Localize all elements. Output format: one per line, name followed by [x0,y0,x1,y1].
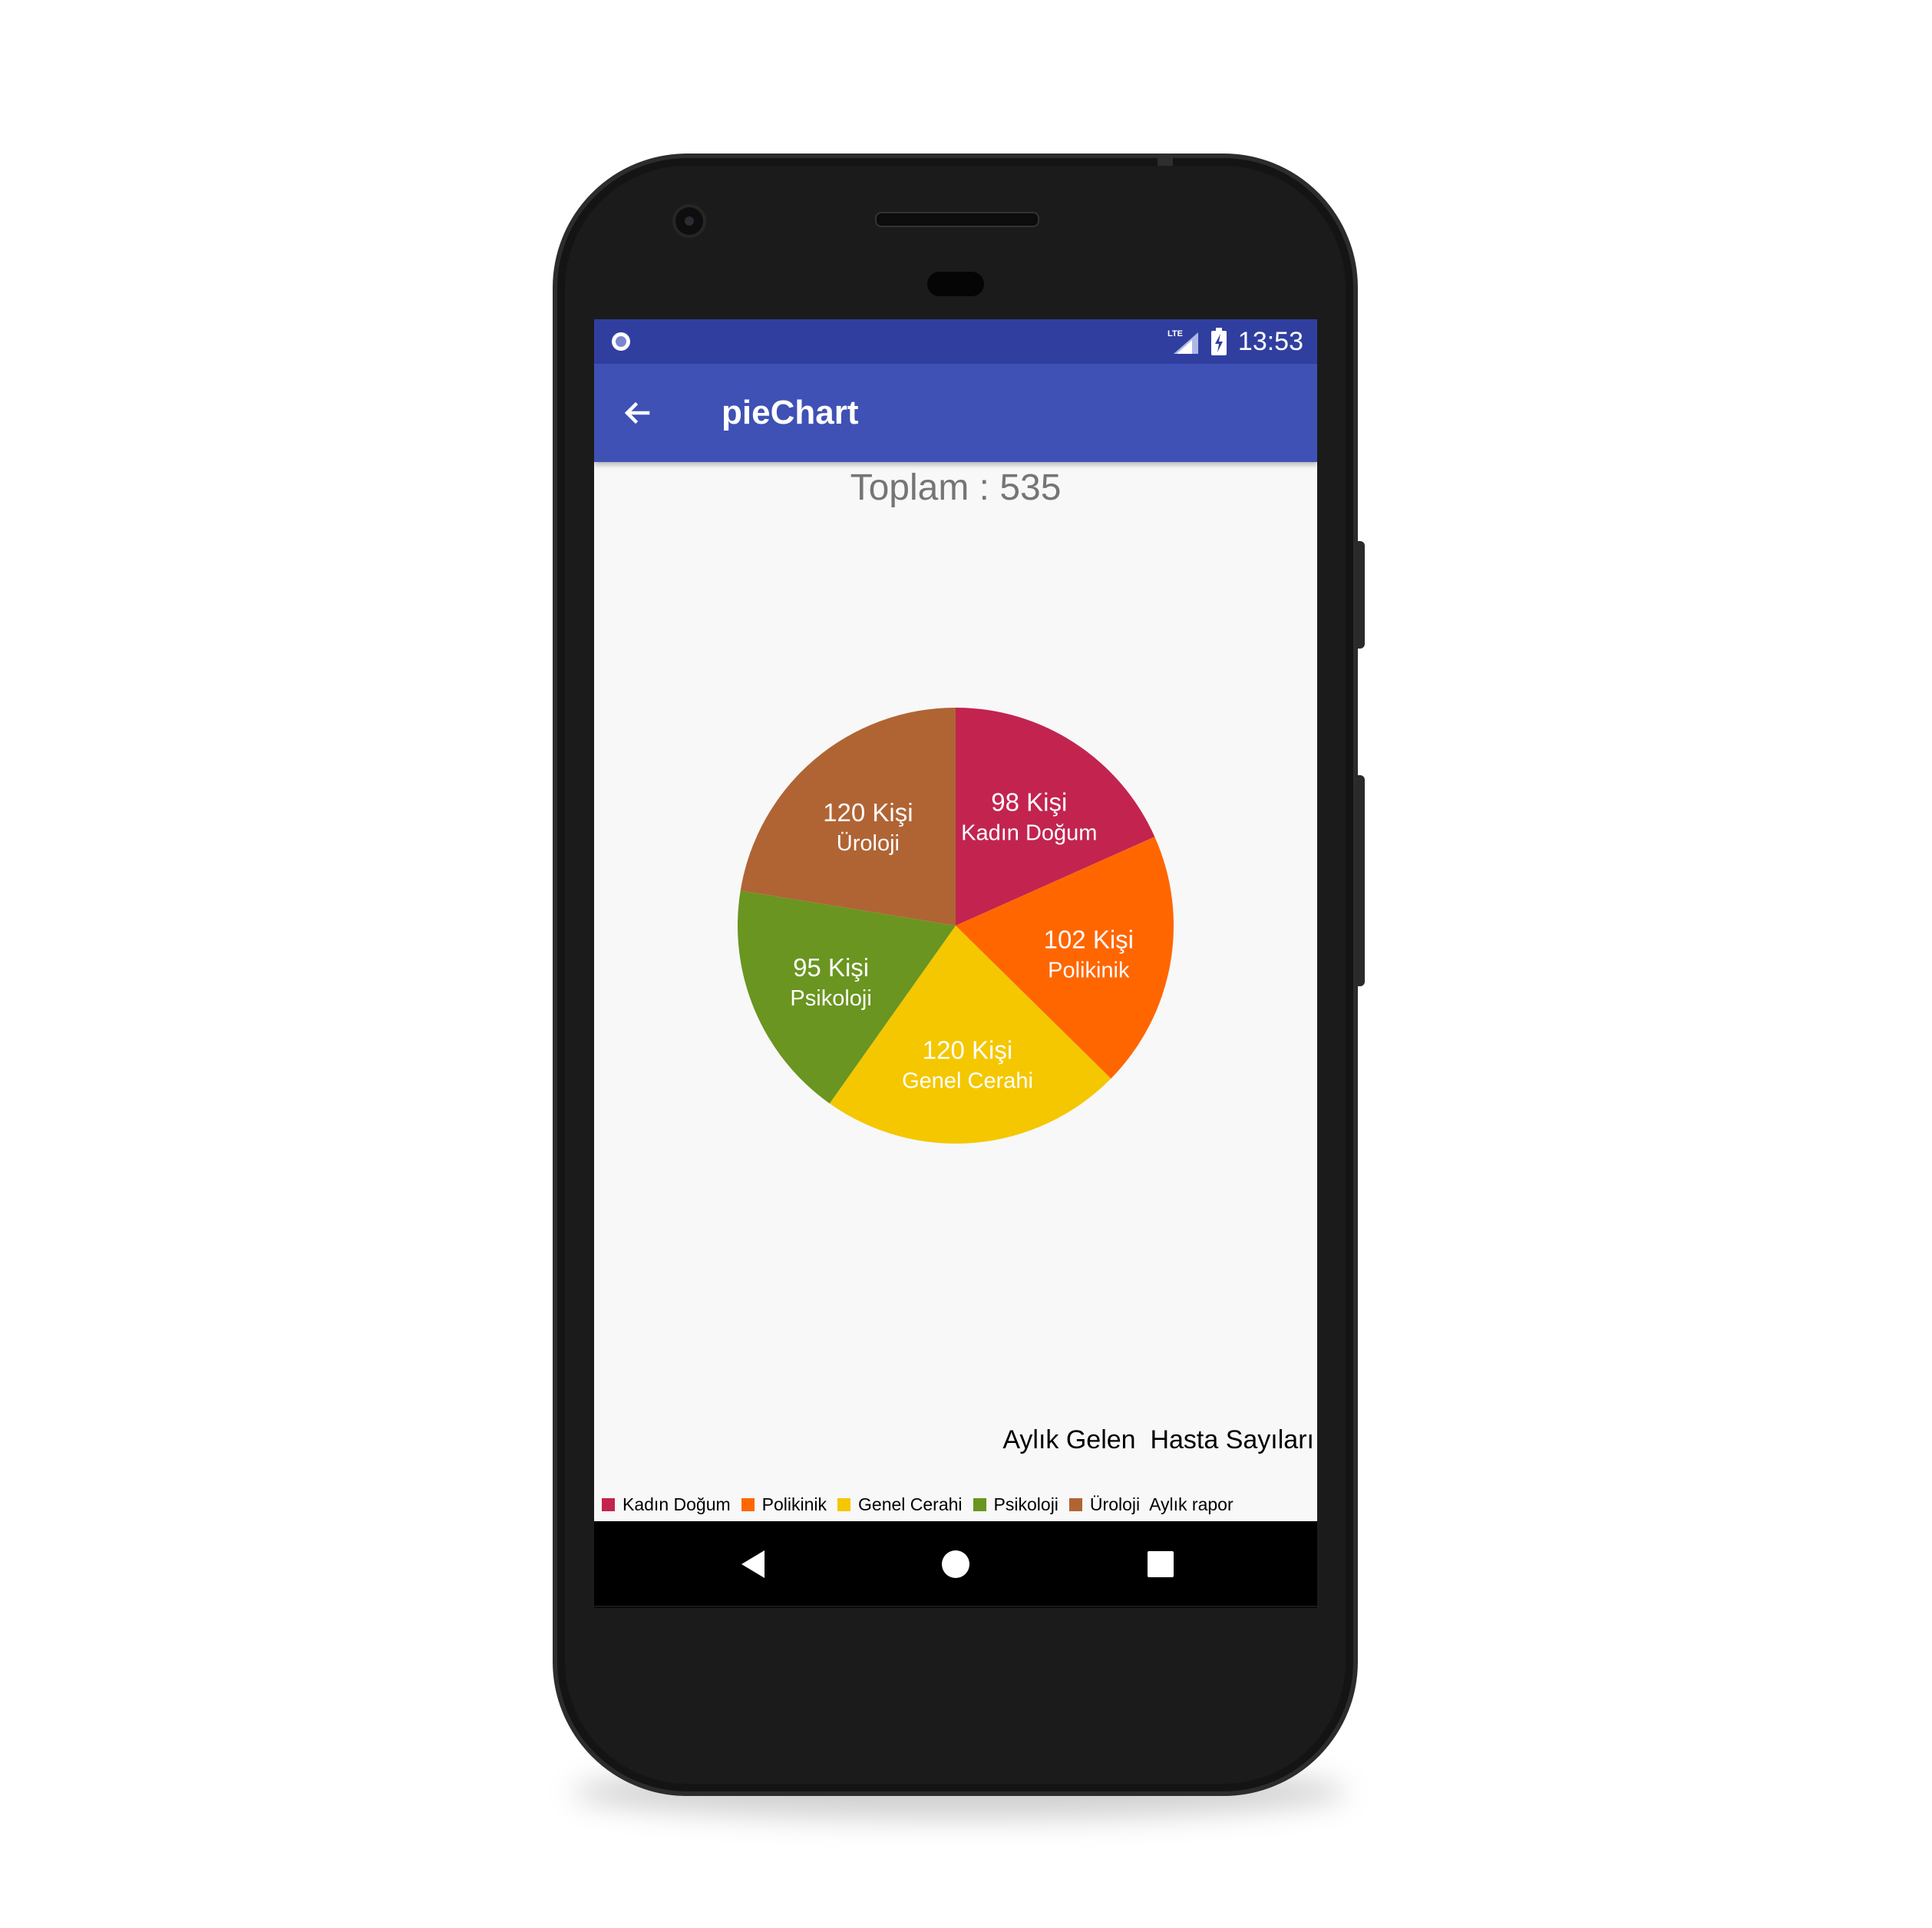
legend-item: Psikoloji [973,1494,1058,1515]
legend-label: Psikoloji [993,1494,1058,1514]
front-camera [675,207,703,235]
slice-value-label: 120 Kişi [923,1035,1012,1064]
app-bar: pieChart [594,364,1317,462]
slice-value-label: 98 Kişi [991,787,1067,816]
slice-value-label: 120 Kişi [823,798,913,827]
slice-category-label: Psikoloji [790,986,871,1011]
nav-home-icon[interactable] [934,1543,977,1586]
battery-charging-icon [1210,328,1227,355]
legend-item: Kadın Doğum [602,1494,731,1515]
svg-text:LTE: LTE [1167,329,1183,338]
power-button [1356,541,1365,649]
slice-category-label: Kadın Doğum [961,820,1097,845]
app-title: pieChart [722,394,859,431]
legend-item: Genel Cerahi [837,1494,963,1515]
status-bar: LTE 13:53 [594,319,1317,364]
slice-category-label: Üroloji [837,831,900,856]
screen: LTE 13:53 pieChart Toplam : 535 98 Kişi K… [594,319,1317,1608]
slice-category-label: Genel Cerahi [902,1068,1033,1093]
legend-label: Genel Cerahi [858,1494,963,1514]
legend-label: Üroloji [1089,1494,1141,1514]
slice-value-label: 102 Kişi [1044,925,1134,953]
chart-legend: Kadın Doğum Polikinik Genel Cerahi Psikoloj… [602,1491,1234,1518]
legend-label: Kadın Doğum [623,1494,731,1514]
legend-swatch [973,1497,986,1511]
antenna-band [1158,154,1173,166]
proximity-sensor [927,272,984,296]
arrow-back-icon[interactable] [620,396,654,430]
earpiece-speaker [875,212,1039,227]
slice-value-label: 95 Kişi [793,953,869,982]
pie-chart[interactable]: 98 Kişi Kadın Doğum 102 Kişi Polikinik 120 K… [594,462,1317,1521]
legend-caption: Aylık rapor [1149,1494,1234,1514]
nav-recents-icon[interactable] [1139,1543,1182,1586]
volume-button [1356,775,1365,986]
chart-description: Aylık Gelen Hasta Sayıları [1002,1425,1314,1454]
legend-swatch [1068,1497,1082,1511]
notification-ring-icon [612,332,630,351]
legend-label: Polikinik [761,1494,827,1514]
legend-item: Üroloji [1068,1494,1141,1515]
status-icons: LTE 13:53 [1167,325,1303,358]
status-time: 13:53 [1237,326,1303,356]
navigation-bar [594,1521,1317,1607]
nav-back-icon[interactable] [732,1543,775,1586]
chart-container: Toplam : 535 98 Kişi Kadın Doğum 102 Kişi P… [594,462,1317,1521]
slice-category-label: Polikinik [1048,958,1130,982]
lte-signal-icon: LTE [1167,329,1198,354]
legend-swatch [602,1497,615,1511]
legend-item: Polikinik [741,1494,827,1515]
legend-swatch [837,1497,851,1511]
bottom-divider [594,1606,1317,1607]
legend-swatch [741,1497,755,1511]
